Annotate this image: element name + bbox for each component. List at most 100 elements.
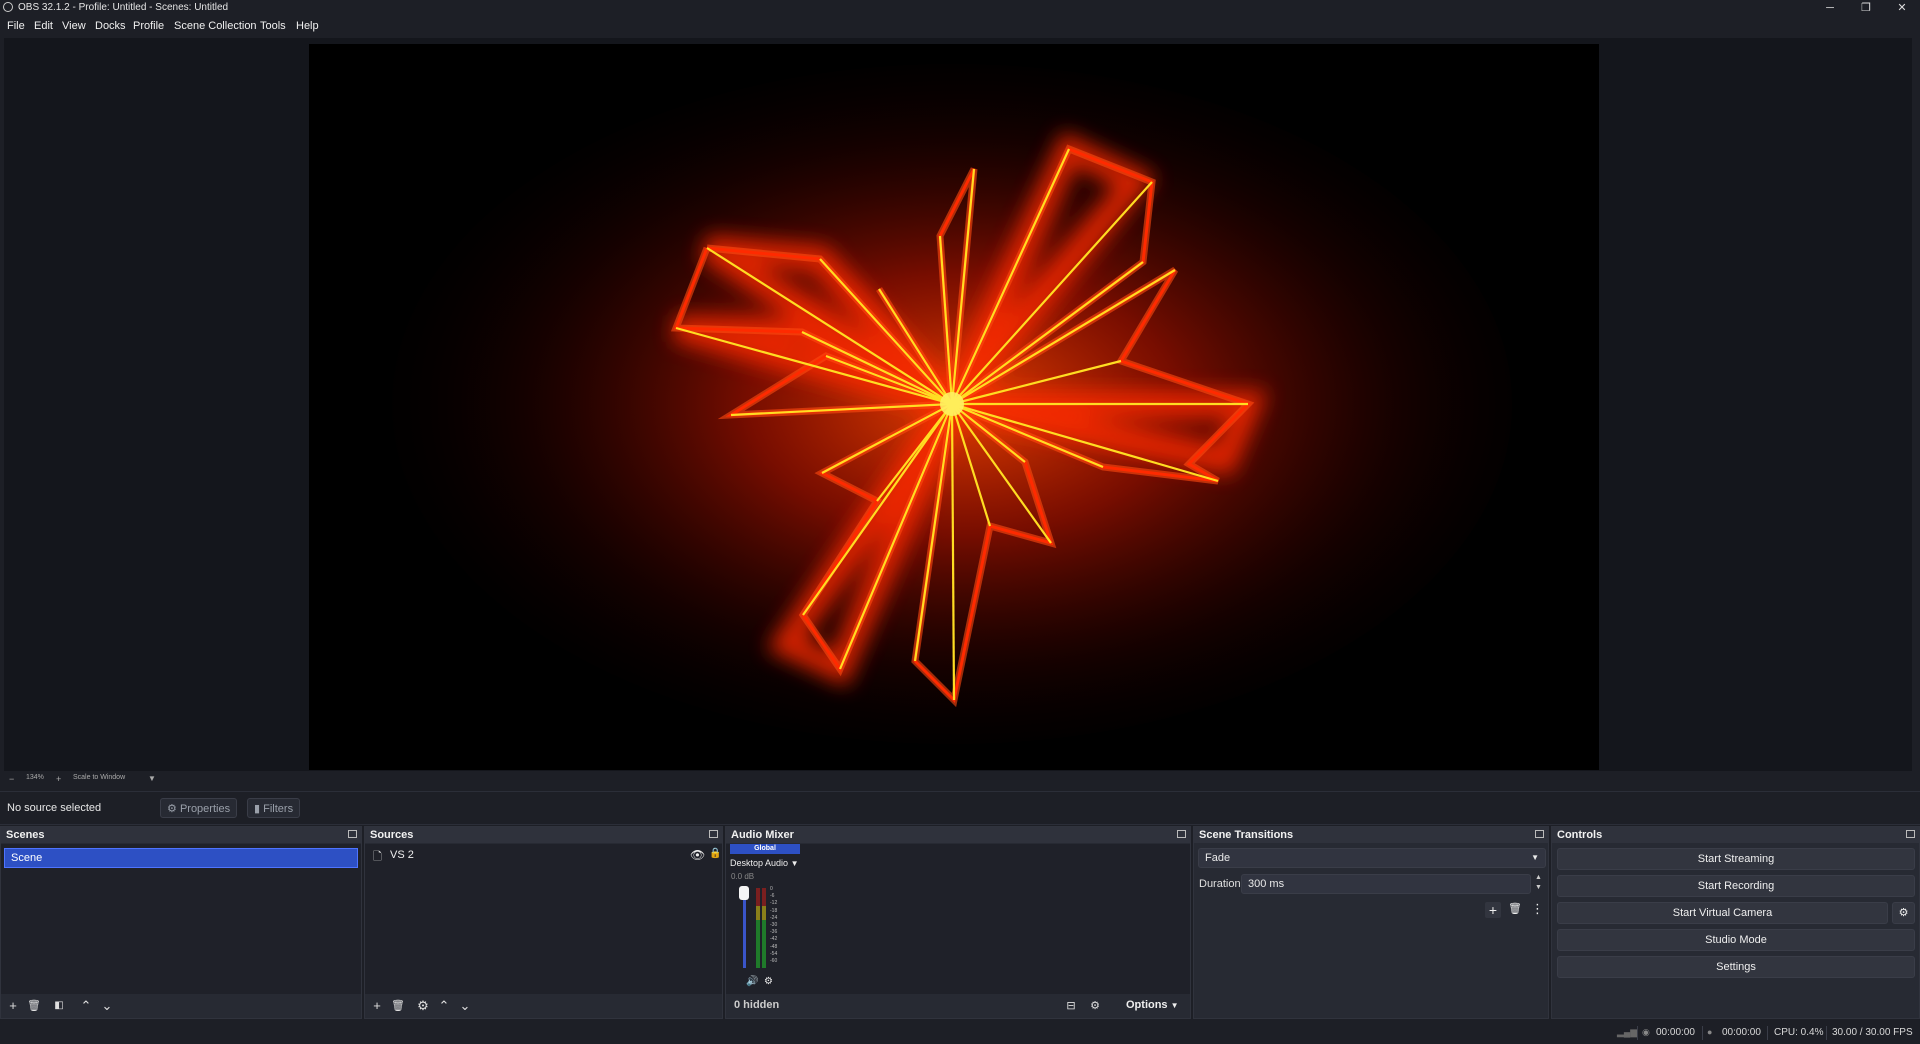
stream-status-icon: ◉ [1642,1027,1650,1037]
scale-tick: -48 [770,943,778,950]
transition-selected: Fade [1205,852,1231,864]
minimize-button[interactable]: ─ [1815,0,1845,16]
virtual-camera-settings-button[interactable]: ⚙ [1892,902,1915,924]
stream-time: 00:00:00 [1656,1027,1695,1038]
float-dock-icon[interactable] [1177,830,1186,838]
remove-source-icon[interactable]: 🗑 [390,998,406,1014]
starburst-visual [309,44,1599,770]
menu-bar: File Edit View Docks Profile Scene Colle… [0,17,1920,35]
hidden-count[interactable]: 0 hidden [734,999,779,1011]
preview-zoom-bar: − 134% + Scale to Window ▼ [4,773,1910,787]
close-button[interactable]: ✕ [1887,0,1917,16]
sources-title: Sources [370,829,414,841]
scene-filters-icon[interactable]: ◧ [51,998,67,1014]
add-transition-icon[interactable]: + [1485,902,1501,918]
transitions-body: Fade ▼ Duration 300 ms ▲ ▼ + 🗑 ⋮ [1194,844,1548,1018]
start-recording-button[interactable]: Start Recording [1557,875,1915,897]
volume-fader-track[interactable] [743,888,746,968]
transition-select[interactable]: Fade ▼ [1198,848,1546,868]
scenes-title: Scenes [6,829,45,841]
lock-icon[interactable]: 🔒 [709,848,721,859]
channel-dropdown-icon[interactable]: ▼ [791,859,799,868]
transition-menu-icon[interactable]: ⋮ [1531,901,1544,917]
menu-file[interactable]: File [7,20,25,32]
float-dock-icon[interactable] [1906,830,1915,838]
scenes-list[interactable]: Scene [1,844,361,994]
visibility-eye-icon[interactable]: 👁 [690,848,705,862]
controls-body: Start Streaming Start Recording Start Vi… [1552,844,1919,1018]
menu-help[interactable]: Help [296,20,319,32]
scenes-dock-header: Scenes [1,827,361,843]
meter-red-segment [756,888,760,906]
add-scene-icon[interactable]: + [5,998,21,1014]
scale-mode-select[interactable]: Scale to Window [73,774,125,781]
maximize-button[interactable]: ❐ [1851,0,1881,16]
add-source-icon[interactable]: + [369,998,385,1014]
divider [1826,1026,1827,1040]
float-dock-icon[interactable] [709,830,718,838]
start-virtual-camera-button[interactable]: Start Virtual Camera [1557,902,1888,924]
menu-scene-collection[interactable]: Scene Collection [174,20,257,32]
controls-title: Controls [1557,829,1603,841]
audio-mixer-title: Audio Mixer [731,829,794,841]
float-dock-icon[interactable] [1535,830,1544,838]
duration-input[interactable]: 300 ms [1241,874,1531,894]
menu-tools[interactable]: Tools [260,20,286,32]
scene-item[interactable]: Scene [4,848,358,868]
filters-button[interactable]: ▮ Filters [247,798,301,818]
cpu-usage: CPU: 0.4% [1774,1027,1824,1038]
menu-docks[interactable]: Docks [95,20,126,32]
filters-label: Filters [263,803,294,815]
speaker-icon[interactable]: 🔊 [746,976,758,987]
remove-scene-icon[interactable]: 🗑 [26,998,42,1014]
menu-edit[interactable]: Edit [34,20,53,32]
sources-dock-header: Sources [365,827,722,843]
transitions-title: Scene Transitions [1199,829,1294,841]
scale-tick: -42 [770,936,778,943]
move-scene-down-icon[interactable]: ⌄ [99,998,115,1014]
menu-view[interactable]: View [62,20,86,32]
float-dock-icon[interactable] [348,830,357,838]
duration-spinner[interactable]: ▲ ▼ [1535,873,1542,893]
window-title: OBS 32.1.2 - Profile: Untitled - Scenes:… [18,2,229,13]
zoom-out-button[interactable]: − [9,774,14,784]
scale-tick: -60 [770,958,778,965]
source-properties-icon[interactable]: ⚙ [415,998,431,1014]
scale-mode-dropdown-icon[interactable]: ▼ [148,774,156,783]
duration-value: 300 ms [1248,878,1285,890]
divider [1637,1026,1638,1040]
move-scene-up-icon[interactable]: ⌃ [78,998,94,1014]
source-toolbar: No source selected ⚙ Properties ▮ Filter… [0,791,1920,825]
layout-toggle-icon[interactable]: ⊟ [1063,998,1079,1014]
options-button[interactable]: Options ▼ [1126,999,1179,1011]
advanced-audio-icon[interactable]: ⚙ [1087,998,1103,1014]
filter-icon: ▮ [254,803,261,815]
transitions-dock-header: Scene Transitions [1194,827,1548,843]
sources-list[interactable]: 🗋 VS 2 👁 🔒 [365,844,722,994]
meter-scale: 0 -6 -12 -18 -24 -30 -36 -42 -48 -54 -60 [770,886,777,965]
menu-profile[interactable]: Profile [133,20,164,32]
properties-button[interactable]: ⚙ Properties [160,798,238,818]
chevron-down-icon: ▼ [1531,853,1539,862]
settings-button[interactable]: Settings [1557,956,1915,978]
move-source-down-icon[interactable]: ⌄ [457,998,473,1014]
meter-green-segment [756,920,760,968]
channel-name[interactable]: Desktop Audio ▼ [730,858,798,868]
options-label: Options [1126,999,1168,1011]
preview-canvas[interactable] [309,44,1599,770]
source-item[interactable]: 🗋 VS 2 👁 🔒 [373,848,721,864]
duration-label: Duration [1199,878,1241,890]
record-time: 00:00:00 [1722,1027,1761,1038]
volume-fader-handle[interactable] [739,886,749,900]
start-streaming-button[interactable]: Start Streaming [1557,848,1915,870]
gear-icon: ⚙ [167,803,177,815]
remove-transition-icon[interactable]: 🗑 [1508,902,1522,915]
meter-green-segment [762,920,766,968]
studio-mode-button[interactable]: Studio Mode [1557,929,1915,951]
scale-tick: -6 [770,893,775,900]
channel-settings-icon[interactable]: ⚙ [764,976,773,987]
scale-tick: -24 [770,914,778,921]
global-tab[interactable]: Global [730,844,800,854]
zoom-in-button[interactable]: + [56,774,61,784]
move-source-up-icon[interactable]: ⌃ [436,998,452,1014]
